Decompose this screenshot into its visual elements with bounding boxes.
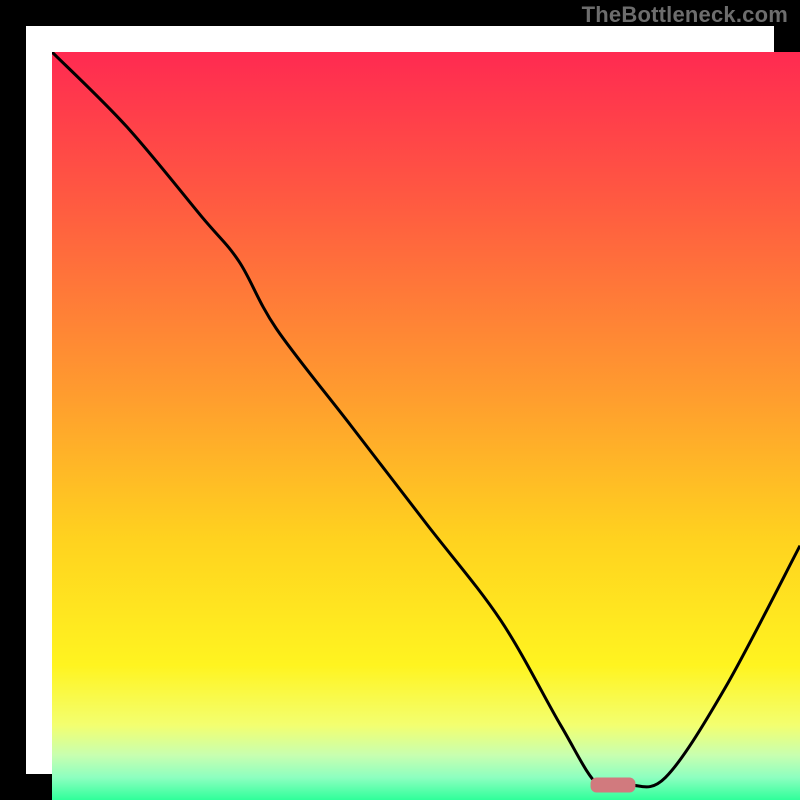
chart-frame xyxy=(0,0,800,800)
bottleneck-chart xyxy=(52,52,800,800)
gradient-background xyxy=(52,52,800,800)
plot-area xyxy=(52,52,800,800)
optimal-marker xyxy=(591,778,636,793)
watermark-text: TheBottleneck.com xyxy=(582,2,788,28)
